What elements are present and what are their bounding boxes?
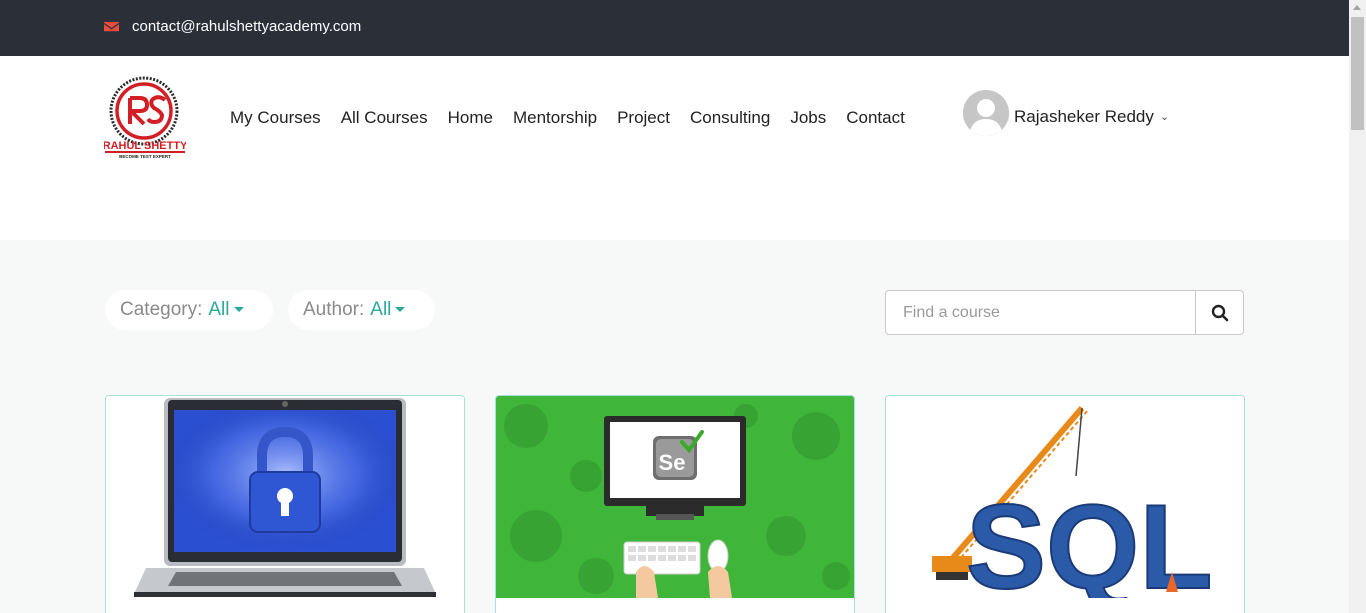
svg-text:Se: Se [659, 450, 686, 475]
search-icon [1211, 304, 1228, 321]
laptop-lock-image[interactable] [106, 396, 464, 598]
user-avatar-icon[interactable] [963, 90, 1009, 136]
site-header: RAHUL SHETTY BECOME TEST EXPERT My Cours… [0, 56, 1349, 240]
user-menu[interactable]: Rajasheker Reddy ⌄ [1014, 107, 1169, 127]
search-button[interactable] [1195, 291, 1243, 334]
svg-text:SQL: SQL [966, 480, 1213, 598]
main-nav: My Courses All Courses Home Mentorship P… [230, 108, 925, 128]
nav-mentorship[interactable]: Mentorship [513, 108, 597, 128]
course-search [885, 290, 1244, 335]
rahul-shetty-logo[interactable]: RAHUL SHETTY BECOME TEST EXPERT [104, 76, 186, 160]
nav-my-courses[interactable]: My Courses [230, 108, 321, 128]
search-input[interactable] [886, 291, 1195, 334]
author-value: All [370, 299, 392, 320]
envelope-icon [104, 21, 119, 32]
course-card[interactable]: Se [495, 395, 855, 613]
course-card[interactable] [105, 395, 465, 613]
top-contact-bar: contact@rahulshettyacademy.com [0, 0, 1349, 56]
logo-text: RAHUL SHETTY [104, 140, 186, 152]
author-filter[interactable]: Author: All [288, 290, 435, 330]
selenium-computer-image[interactable]: Se [496, 396, 854, 598]
scroll-up-arrow-icon[interactable] [1353, 5, 1361, 10]
course-card[interactable]: SQL [885, 395, 1245, 613]
contact-email[interactable]: contact@rahulshettyacademy.com [132, 18, 361, 35]
caret-down-icon [233, 307, 244, 312]
nav-contact[interactable]: Contact [846, 108, 905, 128]
category-value: All [208, 299, 230, 320]
logo-tagline: BECOME TEST EXPERT [119, 154, 171, 159]
category-filter[interactable]: Category: All [105, 290, 273, 330]
author-label: Author: [303, 299, 365, 320]
courses-section: Category: All Author: All Find a course … [0, 240, 1349, 613]
nav-consulting[interactable]: Consulting [690, 108, 770, 128]
chevron-down-icon: ⌄ [1159, 111, 1170, 123]
nav-jobs[interactable]: Jobs [790, 108, 826, 128]
nav-project[interactable]: Project [617, 108, 670, 128]
user-name: Rajasheker Reddy [1014, 107, 1154, 126]
caret-down-icon [395, 307, 406, 312]
nav-all-courses[interactable]: All Courses [341, 108, 428, 128]
scrollbar-thumb[interactable] [1351, 17, 1364, 130]
nav-home[interactable]: Home [448, 108, 493, 128]
page-scrollbar[interactable] [1349, 0, 1366, 613]
sql-crane-image[interactable]: SQL [886, 396, 1244, 598]
category-label: Category: [120, 299, 203, 320]
